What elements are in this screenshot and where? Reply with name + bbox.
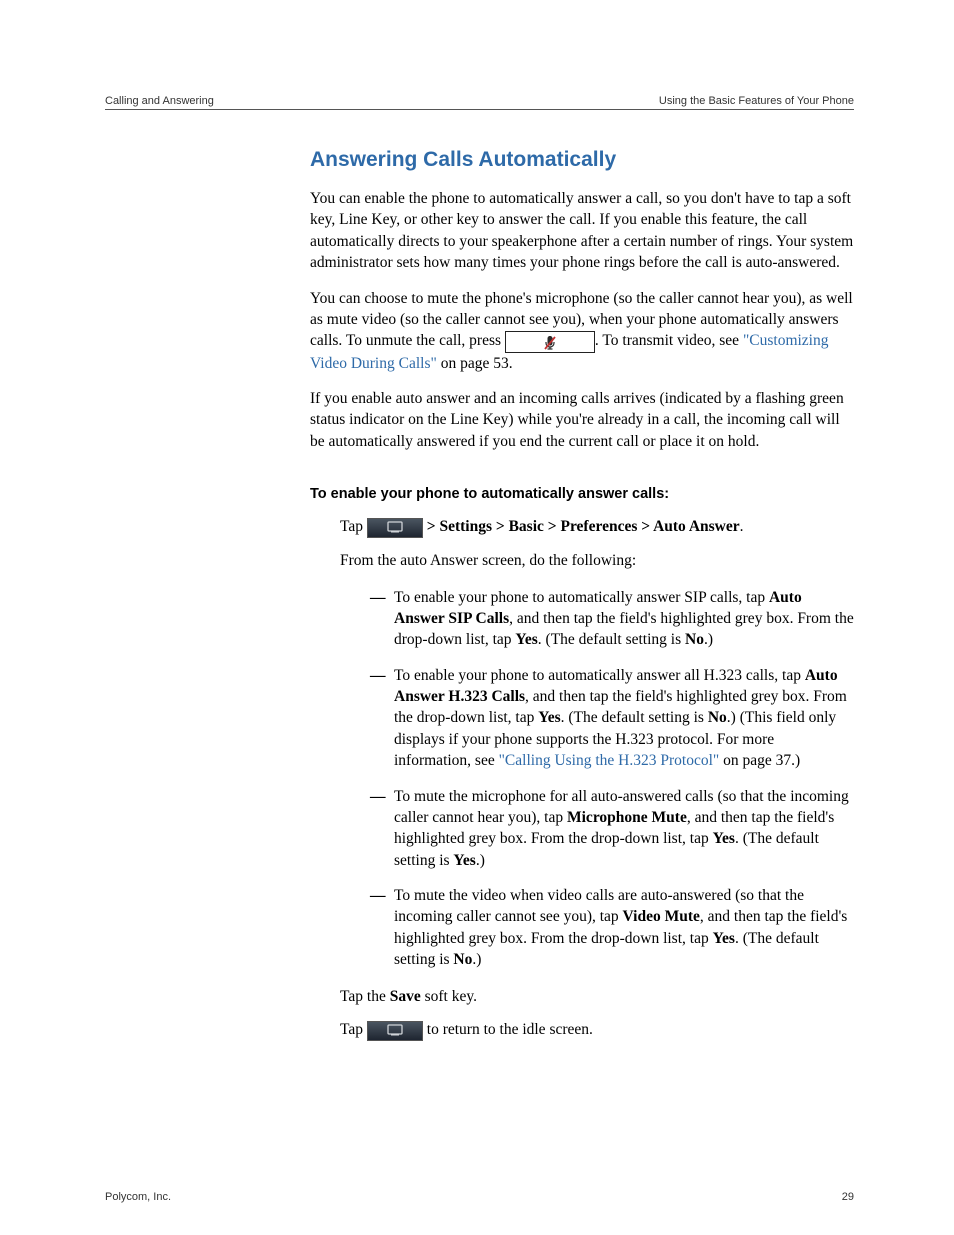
step4-a: Tap xyxy=(340,1021,367,1038)
b2-c: . (The default setting is xyxy=(561,709,708,726)
step1-path: > Settings > Basic > Preferences > Auto … xyxy=(423,518,740,535)
step-2: From the auto Answer screen, do the foll… xyxy=(340,550,854,571)
paragraph-intro: You can enable the phone to automaticall… xyxy=(310,188,854,274)
b4-no: No xyxy=(453,951,472,968)
header-left: Calling and Answering xyxy=(105,95,214,107)
page-header: Calling and Answering Using the Basic Fe… xyxy=(105,95,854,110)
b3-d: .) xyxy=(476,852,485,869)
step4-b: to return to the idle screen. xyxy=(423,1021,593,1038)
p2-text-b: . To transmit video, see xyxy=(595,332,743,349)
link-h323-protocol[interactable]: "Calling Using the H.323 Protocol" xyxy=(499,752,720,769)
b2-yes: Yes xyxy=(538,709,560,726)
home-button-icon xyxy=(367,1021,423,1041)
mute-button-icon xyxy=(505,331,595,353)
header-right: Using the Basic Features of Your Phone xyxy=(659,95,854,107)
b4-d: .) xyxy=(472,951,481,968)
list-item: To mute the video when video calls are a… xyxy=(370,885,854,971)
b3-yes: Yes xyxy=(713,830,735,847)
paragraph-behavior: If you enable auto answer and an incomin… xyxy=(310,388,854,452)
step3-b: soft key. xyxy=(421,988,477,1005)
home-button-icon xyxy=(367,518,423,538)
b4-yes: Yes xyxy=(713,930,735,947)
page-footer: Polycom, Inc. 29 xyxy=(105,1191,854,1203)
step-4: Tap to return to the idle screen. xyxy=(340,1019,854,1040)
main-content: Answering Calls Automatically You can en… xyxy=(310,148,854,1041)
step3-a: Tap the xyxy=(340,988,390,1005)
step1-text-c: . xyxy=(740,518,744,535)
sub-steps-list: To enable your phone to automatically an… xyxy=(370,587,854,971)
list-item: To mute the microphone for all auto-answ… xyxy=(370,786,854,872)
step-1: Tap > Settings > Basic > Preferences > A… xyxy=(340,516,854,537)
b2-e: on page 37.) xyxy=(719,752,800,769)
footer-left: Polycom, Inc. xyxy=(105,1191,171,1203)
b1-yes: Yes xyxy=(515,631,537,648)
b4-bold: Video Mute xyxy=(623,908,700,925)
footer-page-number: 29 xyxy=(842,1191,854,1203)
task-heading: To enable your phone to automatically an… xyxy=(310,486,854,502)
paragraph-mute: You can choose to mute the phone's micro… xyxy=(310,288,854,375)
list-item: To enable your phone to automatically an… xyxy=(370,587,854,651)
b3-yes2: Yes xyxy=(453,852,475,869)
step-3: Tap the Save soft key. xyxy=(340,986,854,1007)
step3-bold: Save xyxy=(390,988,421,1005)
step1-text-a: Tap xyxy=(340,518,367,535)
b1-no: No xyxy=(685,631,704,648)
section-title: Answering Calls Automatically xyxy=(310,148,854,172)
p2-text-c: on page 53. xyxy=(437,355,513,372)
b1-c: . (The default setting is xyxy=(538,631,685,648)
b1-a: To enable your phone to automatically an… xyxy=(394,589,769,606)
b1-d: .) xyxy=(704,631,713,648)
list-item: To enable your phone to automatically an… xyxy=(370,665,854,772)
b2-a: To enable your phone to automatically an… xyxy=(394,667,805,684)
b2-no: No xyxy=(708,709,727,726)
b3-bold: Microphone Mute xyxy=(567,809,687,826)
